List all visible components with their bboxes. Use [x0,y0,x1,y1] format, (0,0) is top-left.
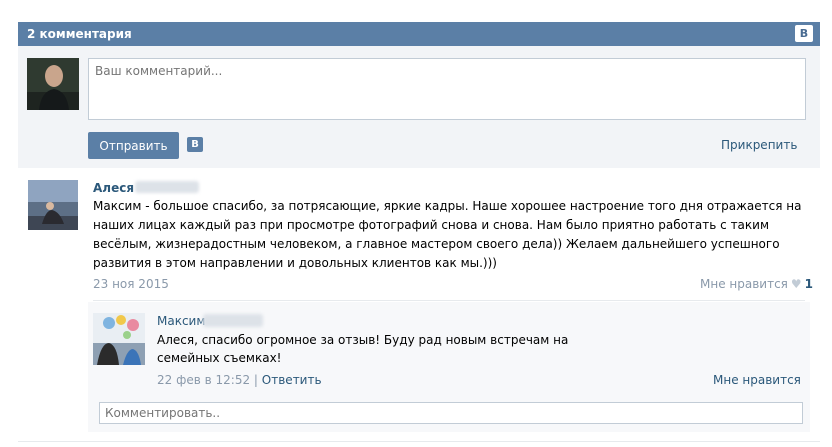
comment-text: Максим - большое спасибо, за потрясающие… [93,199,802,270]
current-user-avatar[interactable] [27,58,79,110]
like-count: 1 [804,277,814,291]
comment-input[interactable] [88,58,806,120]
comment-date[interactable]: 23 ноя 2015 [93,277,169,291]
author-photo [28,180,78,230]
reply-author-name[interactable]: Максим [157,314,205,328]
comment-author-avatar[interactable] [28,180,78,230]
reply-input[interactable] [99,402,803,424]
send-button[interactable]: Отправить [88,132,179,159]
reply-author-photo [93,313,145,365]
reply-text: Алеся, спасибо огромное за отзыв! Буду р… [157,333,569,365]
divider [93,300,805,301]
like-label: Мне нравится [700,277,788,291]
vk-share-icon[interactable]: В [187,137,203,152]
blurred-surname [135,181,199,193]
vk-logo-icon[interactable]: В [795,25,813,42]
reply-date[interactable]: 22 фев в 12:52 [157,373,250,387]
comment-author-name[interactable]: Алеся [93,181,134,195]
comments-header-bar [18,22,820,46]
comments-count-title: 2 комментария [27,27,132,41]
heart-icon: ♥ [790,277,802,291]
attach-link[interactable]: Прикрепить [721,138,797,152]
like-button[interactable]: Мне нравится ♥ 1 [700,277,813,291]
reply-link[interactable]: Ответить [262,373,322,387]
meta-separator: | [253,373,258,387]
reply-meta: 22 фев в 12:52 | Ответить [157,373,322,387]
reply-like-button[interactable]: Мне нравится [713,373,801,387]
blurred-surname [203,314,263,327]
user-photo [27,58,79,110]
bottom-divider [18,441,820,442]
reply-author-avatar[interactable] [93,313,145,365]
